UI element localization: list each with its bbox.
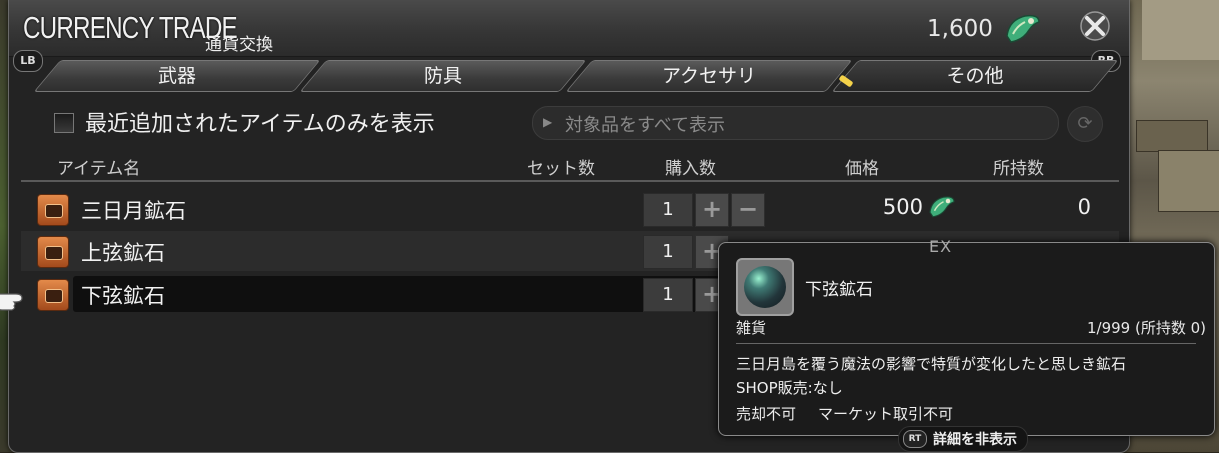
recent-items-checkbox-label[interactable]: 最近追加されたアイテムのみを表示 [85,106,435,138]
treasure-chest-icon [37,194,69,226]
item-name: 下弦鉱石 [81,284,165,308]
hide-details-hint[interactable]: RT 詳細を非表示 [898,426,1028,452]
tab-armor[interactable]: 防具 [299,60,587,92]
item-price: 500 [882,195,923,219]
column-header-price: 価格 [845,159,879,179]
category-tabs: 武器 防具 アクセサリ その他 [33,60,1119,92]
tooltip-item-name: 下弦鉱石 [805,280,873,300]
tab-accessories[interactable]: アクセサリ [565,60,853,92]
column-header-item-name: アイテム名 [57,159,141,179]
tab-other[interactable]: その他 [831,60,1119,92]
dropdown-value: 対象品をすべて表示 [565,115,726,136]
filter-dropdown[interactable]: ▶ 対象品をすべて表示 [532,106,1059,140]
tab-weapons[interactable]: 武器 [33,60,321,92]
scenery-block [1136,120,1208,152]
pointing-hand-cursor-icon [0,293,23,311]
window-header: CURRENCY TRADE 通貨交換 1,600 [9,0,1129,57]
lb-button-hint: LB [13,50,43,72]
column-header-set-count: セット数 [527,159,595,179]
increase-quantity-button[interactable]: + [695,193,729,227]
column-header-owned: 所持数 [993,159,1044,179]
item-name: 上弦鉱石 [81,241,165,265]
tooltip-flags: 売却不可 マーケット取引不可 [736,403,953,424]
tooltip-shop-info: SHOP販売:なし [736,379,843,397]
refresh-icon[interactable]: ⟳ [1067,106,1103,142]
header-divider [21,180,1119,182]
tooltip-divider [736,343,1196,344]
close-icon[interactable] [1077,8,1113,44]
tooltip-flag-market: マーケット取引不可 [818,405,954,423]
item-tooltip: EX 下弦鉱石 雑貨 1/999 (所持数 0) 三日月島を覆う魔法の影響で特質… [718,237,1215,436]
quantity-input[interactable]: 1 [643,278,693,312]
treasure-chest-icon [37,279,69,311]
treasure-chest-icon [37,236,69,268]
tooltip-category: 雑貨 [736,319,767,337]
currency-amount: 1,600 [927,16,993,42]
item-owned-count: 0 [1077,195,1091,219]
quantity-input[interactable]: 1 [643,235,693,269]
quantity-input[interactable]: 1 [643,193,693,227]
decrease-quantity-button[interactable]: − [731,193,765,227]
tooltip-flag-sell: 売却不可 [736,405,797,423]
recent-items-checkbox[interactable] [54,113,74,133]
scenery-wall [1142,0,1219,60]
bicolor-gem-icon [929,196,955,218]
scenery-block [1158,150,1219,212]
rt-button-icon: RT [903,430,927,448]
window-subtitle: 通貨交換 [205,35,273,55]
ore-icon [736,258,794,316]
hide-details-label: 詳細を非表示 [933,432,1017,448]
table-row[interactable]: 三日月鉱石 1 + − 500 0 [21,189,1119,229]
bicolor-gem-icon [1006,14,1040,43]
column-header-purchase-qty: 購入数 [665,159,716,179]
tooltip-stack-count: 1/999 (所持数 0) [1086,319,1206,337]
item-name: 三日月鉱石 [81,199,186,223]
tooltip-description: 三日月島を覆う魔法の影響で特質が変化したと思しき鉱石 [736,355,1127,373]
expansion-badge: EX [929,237,953,256]
dropdown-arrow-icon: ▶ [543,115,553,129]
